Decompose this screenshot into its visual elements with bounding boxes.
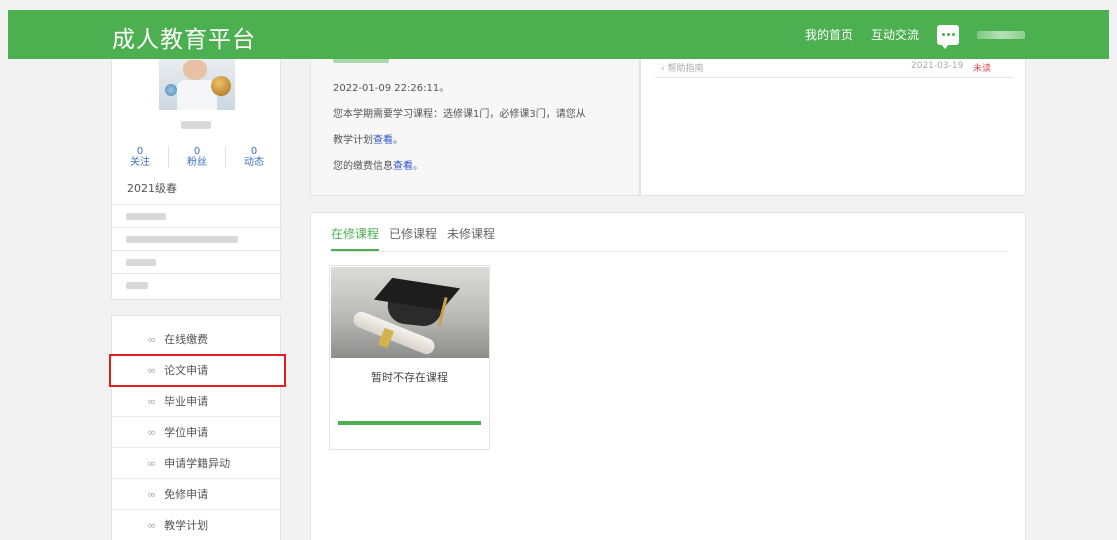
menu-item-exemption-application[interactable]: ∞ 免修申请 <box>112 479 280 510</box>
course-card-title: 暂时不存在课程 <box>371 371 448 384</box>
welcome-notice: 2022-01-09 22:26:11。 您本学期需要学习课程：选修课1门，必修… <box>310 57 640 196</box>
menu-item-label: 学位申请 <box>164 426 209 439</box>
infinity-icon: ∞ <box>147 487 157 501</box>
stat-activity-count: 0 <box>250 146 258 157</box>
teaching-plan-view-link[interactable]: 查看。 <box>373 135 403 146</box>
stat-activity[interactable]: 0 动态 <box>226 146 282 168</box>
avatar[interactable] <box>159 58 235 110</box>
menu-item-label: 论文申请 <box>164 364 209 377</box>
stat-following-count: 0 <box>136 146 144 157</box>
news-read-status: 未读 <box>973 64 992 74</box>
infinity-icon: ∞ <box>147 394 157 408</box>
menu-item-teaching-plan[interactable]: ∞ 教学计划 <box>112 510 280 540</box>
menu-item-status-change[interactable]: ∞ 申请学籍异动 <box>112 448 280 479</box>
stat-activity-label: 动态 <box>244 157 264 168</box>
menu-item-graduation-application[interactable]: ∞ 毕业申请 <box>112 386 280 417</box>
tab-current-courses[interactable]: 在修课程 <box>331 223 380 251</box>
stat-followers-count: 0 <box>193 146 201 157</box>
notice-plan-line: 教学计划查看。 <box>333 131 403 146</box>
course-progress-bar <box>338 421 481 425</box>
notice-fee-line: 您的缴费信息查看。 <box>333 157 423 172</box>
stat-followers[interactable]: 0 粉丝 <box>169 146 226 168</box>
side-menu: ∞ 在线缴费 ∞ 论文申请 ∞ 毕业申请 ∞ 学位申请 ∞ 申请学籍异动 ∞ 免… <box>109 315 286 540</box>
news-title: › 帮助指南 <box>661 64 704 74</box>
notice-last-login-time: 2022-01-09 22:26:11。 <box>333 83 450 94</box>
fee-info-view-link[interactable]: 查看。 <box>393 161 423 172</box>
stat-following-label: 关注 <box>130 157 150 168</box>
menu-item-label: 申请学籍异动 <box>164 457 231 470</box>
menu-item-degree-application[interactable]: ∞ 学位申请 <box>112 417 280 448</box>
course-tabs: 在修课程 已修课程 未修课程 <box>331 223 1007 252</box>
course-card[interactable]: 暂时不存在课程 <box>329 265 490 450</box>
profile-panel: 0 关注 0 粉丝 0 动态 2021级春 <box>111 58 282 300</box>
news-date: 2021-03-19 <box>911 61 964 71</box>
info-row-redacted <box>112 204 282 227</box>
infinity-icon: ∞ <box>147 425 157 439</box>
graduation-cap-image <box>331 267 489 358</box>
top-header: 成人教育平台 我的首页 互动交流 <box>8 10 1109 59</box>
info-row-redacted <box>112 250 282 273</box>
menu-item-thesis-application[interactable]: ∞ 论文申请 <box>109 354 286 387</box>
news-row[interactable]: › 帮助指南 2021-03-19 未读 <box>655 58 1013 78</box>
profile-info-rows <box>112 204 282 296</box>
infinity-icon: ∞ <box>147 332 157 346</box>
nav-home-link[interactable]: 我的首页 <box>805 26 853 43</box>
menu-item-online-payment[interactable]: ∞ 在线缴费 <box>112 324 280 355</box>
nav-interaction-link[interactable]: 互动交流 <box>871 26 919 43</box>
notice-plan-prefix: 教学计划 <box>333 135 373 146</box>
stat-following[interactable]: 0 关注 <box>112 146 169 168</box>
tab-pending-courses[interactable]: 未修课程 <box>447 223 495 251</box>
profile-stats: 0 关注 0 粉丝 0 动态 <box>112 146 282 168</box>
stat-followers-label: 粉丝 <box>187 157 207 168</box>
infinity-icon: ∞ <box>147 363 157 377</box>
menu-item-label: 教学计划 <box>164 519 209 532</box>
course-panel: 在修课程 已修课程 未修课程 暂时不存在课程 <box>310 212 1026 540</box>
news-panel: › 帮助指南 2021-03-19 未读 <box>640 58 1026 196</box>
menu-item-label: 在线缴费 <box>164 333 209 346</box>
notice-courses-line: 您本学期需要学习课程：选修课1门，必修课3门，请您从 <box>333 109 586 120</box>
notice-fee-prefix: 您的缴费信息 <box>333 161 393 172</box>
username-redacted[interactable] <box>977 30 1025 39</box>
menu-item-label: 毕业申请 <box>164 395 209 408</box>
student-name-redacted <box>181 121 211 129</box>
info-row-redacted <box>112 273 282 296</box>
infinity-icon: ∞ <box>147 518 157 532</box>
info-row-redacted <box>112 227 282 250</box>
student-grade: 2021级春 <box>127 182 177 195</box>
tab-completed-courses[interactable]: 已修课程 <box>389 223 437 251</box>
platform-logo[interactable]: 成人教育平台 <box>112 20 256 54</box>
menu-item-label: 免修申请 <box>164 488 209 501</box>
top-nav: 我的首页 互动交流 <box>805 10 1025 59</box>
message-icon[interactable] <box>937 24 959 49</box>
infinity-icon: ∞ <box>147 456 157 470</box>
